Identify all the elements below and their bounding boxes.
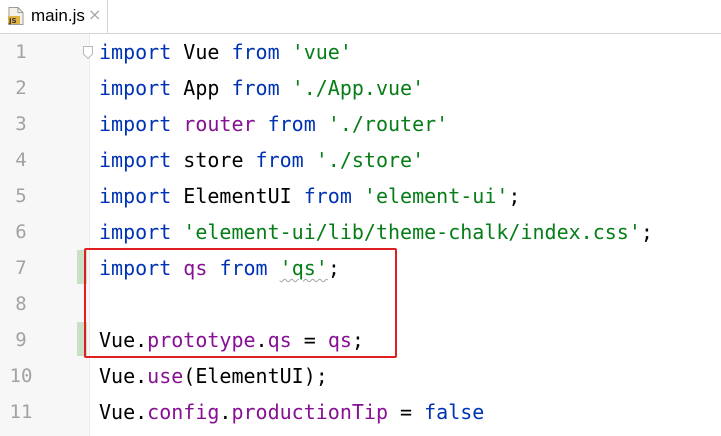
- line-number: 6: [15, 221, 27, 243]
- tab-main-js[interactable]: JS main.js ×: [0, 0, 108, 33]
- fold-icon[interactable]: [83, 44, 93, 60]
- code-token: App: [171, 76, 232, 100]
- code-token: from: [303, 184, 352, 208]
- tab-label: main.js: [31, 6, 85, 25]
- code-token: Vue: [99, 400, 136, 424]
- code-token: from: [231, 76, 280, 100]
- code-line[interactable]: import 'element-ui/lib/theme-chalk/index…: [99, 220, 653, 244]
- code-token: =: [388, 400, 425, 424]
- code-token: Vue: [99, 364, 136, 388]
- code-line[interactable]: import Vue from 'vue': [99, 40, 352, 64]
- code-token: './store': [315, 148, 425, 172]
- js-file-icon: JS: [8, 7, 24, 25]
- code-line[interactable]: import ElementUI from 'element-ui';: [99, 184, 520, 208]
- close-tab-icon[interactable]: ×: [88, 5, 101, 24]
- code-token: store: [171, 148, 256, 172]
- code-token: './App.vue': [291, 76, 425, 100]
- code-token: productionTip: [231, 400, 389, 424]
- line-number: 4: [15, 149, 27, 171]
- code-token: from: [267, 112, 316, 136]
- code-token: 'element-ui': [363, 184, 509, 208]
- line-number: 10: [9, 365, 33, 387]
- code-token: from: [255, 148, 304, 172]
- code-token: import: [99, 220, 172, 244]
- code-token: (ElementUI);: [183, 364, 328, 388]
- line-number: 11: [9, 401, 33, 423]
- code-token: import: [99, 148, 172, 172]
- code-token: use: [147, 364, 184, 388]
- code-line[interactable]: Vue.config.productionTip = false: [99, 400, 484, 424]
- editor-tab-bar: JS main.js ×: [0, 0, 721, 34]
- code-token: from: [231, 40, 280, 64]
- code-token: .: [135, 400, 148, 424]
- code-line[interactable]: Vue.use(ElementUI);: [99, 364, 328, 388]
- line-number: 1: [15, 41, 27, 63]
- code-token: import: [99, 40, 172, 64]
- code-token: import: [99, 112, 172, 136]
- code-token: import: [99, 76, 172, 100]
- line-number: 9: [15, 329, 27, 351]
- code-token: ;: [508, 184, 521, 208]
- code-token: router: [183, 112, 256, 136]
- code-token: import: [99, 184, 172, 208]
- code-token: 'vue': [291, 40, 352, 64]
- code-token: ;: [640, 220, 653, 244]
- code-line[interactable]: import router from './router': [99, 112, 448, 136]
- code-token: 'element-ui/lib/theme-chalk/index.css': [183, 220, 641, 244]
- highlight-box: [84, 248, 397, 358]
- line-number: 3: [15, 113, 27, 135]
- code-line[interactable]: import store from './store': [99, 148, 424, 172]
- line-number: 2: [15, 77, 27, 99]
- svg-text:JS: JS: [8, 17, 17, 25]
- code-token: config: [147, 400, 220, 424]
- code-token: Vue: [171, 40, 232, 64]
- code-token: ElementUI: [171, 184, 304, 208]
- code-token: false: [424, 400, 485, 424]
- line-number: 5: [15, 185, 27, 207]
- line-number: 7: [15, 257, 27, 279]
- line-number: 8: [15, 293, 27, 315]
- code-token: .: [219, 400, 232, 424]
- code-token: .: [135, 364, 148, 388]
- code-token: './router': [327, 112, 449, 136]
- code-line[interactable]: import App from './App.vue': [99, 76, 424, 100]
